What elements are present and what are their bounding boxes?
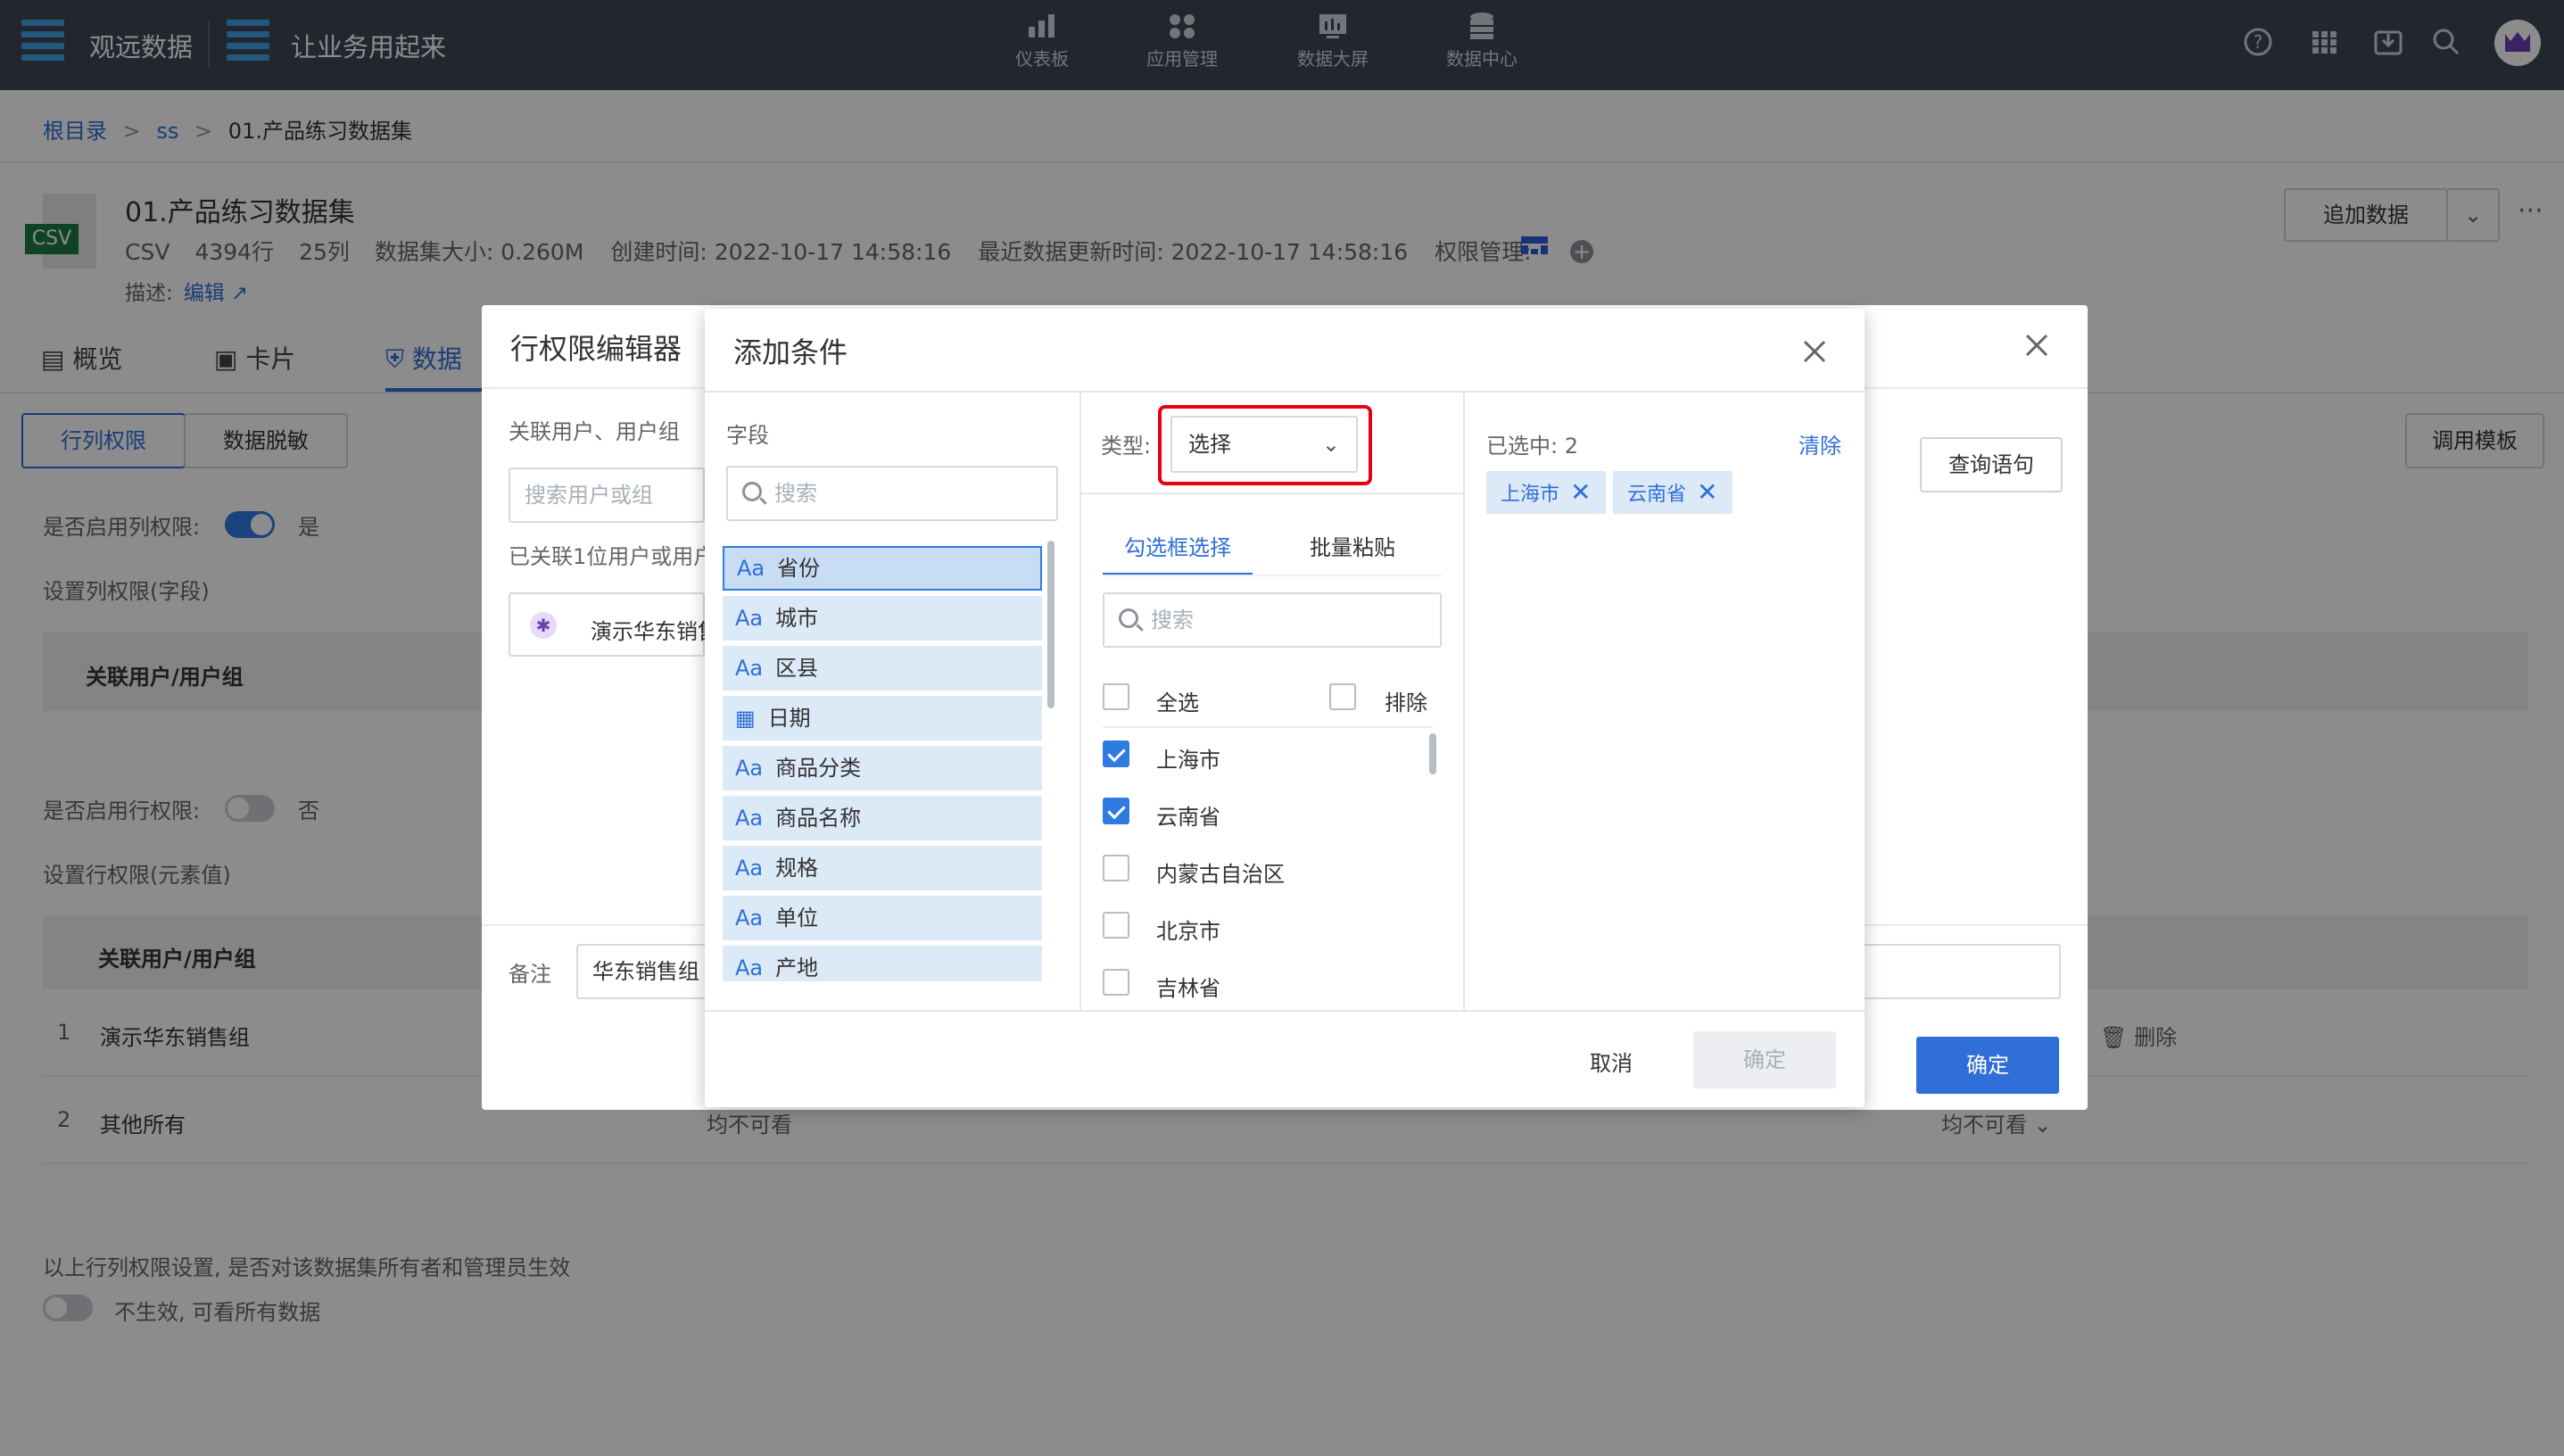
text-type-icon: Aa	[735, 906, 764, 931]
clear-button[interactable]: 清除	[1799, 428, 1841, 459]
outer-confirm-button[interactable]: 确定	[1916, 1037, 2059, 1094]
selected-count: 已选中: 2	[1486, 434, 1578, 459]
value-checkbox-shanghai[interactable]	[1103, 740, 1129, 767]
text-type-icon: Aa	[735, 656, 764, 681]
confirm-button-disabled[interactable]: 确定	[1693, 1031, 1836, 1088]
user-label: 关联用户、用户组	[509, 419, 680, 444]
select-all-label: 全选	[1156, 691, 1199, 716]
value-scrollbar[interactable]	[1429, 733, 1436, 774]
field-item-category[interactable]: Aa 商品分类	[723, 746, 1042, 790]
close-icon[interactable]: ✕	[1570, 477, 1591, 507]
search-icon	[742, 482, 762, 501]
field-label: 字段	[726, 423, 769, 448]
text-type-icon: Aa	[737, 556, 765, 581]
add-condition-dialog: 添加条件 字段 搜索 Aa 省份 Aa 城市 Aa 区县 ▦ 日期 Aa 商品分类 Aa 商…	[705, 309, 1865, 1107]
search-icon	[1119, 608, 1138, 628]
close-icon[interactable]: ✕	[1697, 477, 1717, 507]
linked-users-text: 已关联1位用户或用户	[509, 544, 715, 569]
user-group-item[interactable]: ✱ 演示华东销售	[509, 592, 719, 657]
value-checkbox-inner-mongolia[interactable]	[1103, 855, 1129, 881]
exclude-checkbox[interactable]	[1329, 683, 1356, 710]
select-all-checkbox[interactable]	[1103, 683, 1129, 710]
text-type-icon: Aa	[735, 756, 764, 781]
dialog-title: 添加条件	[733, 335, 848, 369]
value-label: 内蒙古自治区	[1156, 862, 1285, 887]
value-label: 吉林省	[1156, 976, 1220, 1001]
field-item-date[interactable]: ▦ 日期	[723, 696, 1042, 740]
dialog-title: 行权限编辑器	[510, 332, 682, 366]
selected-chip-shanghai: 上海市 ✕	[1486, 471, 1606, 514]
calendar-icon: ▦	[735, 706, 756, 731]
query-statement-button[interactable]: 查询语句	[1920, 437, 2063, 492]
value-label: 上海市	[1156, 748, 1220, 773]
value-checkbox-jilin[interactable]	[1103, 969, 1129, 996]
field-item-unit[interactable]: Aa 单位	[723, 896, 1042, 940]
field-item-origin[interactable]: Aa 产地	[723, 946, 1042, 981]
group-icon: ✱	[530, 612, 557, 639]
cancel-button[interactable]: 取消	[1590, 1046, 1633, 1077]
close-icon[interactable]	[2023, 332, 2050, 359]
note-label: 备注	[509, 962, 551, 987]
value-label: 云南省	[1156, 805, 1220, 830]
value-checkbox-beijing[interactable]	[1103, 912, 1129, 939]
text-type-icon: Aa	[735, 956, 764, 980]
field-item-district[interactable]: Aa 区县	[723, 646, 1042, 691]
field-list: Aa 省份 Aa 城市 Aa 区县 ▦ 日期 Aa 商品分类 Aa 商品名称 Aa 规格 Aa…	[723, 546, 1049, 981]
value-search-input[interactable]: 搜索	[1103, 592, 1442, 648]
type-select[interactable]: 选择 ⌄	[1170, 416, 1358, 473]
text-type-icon: Aa	[735, 856, 764, 881]
field-search-input[interactable]: 搜索	[726, 466, 1058, 521]
value-label: 北京市	[1156, 919, 1220, 944]
tab-batch-paste[interactable]: 批量粘贴	[1310, 530, 1395, 561]
selected-chip-yunnan: 云南省 ✕	[1613, 471, 1733, 514]
value-checkbox-yunnan[interactable]	[1103, 798, 1129, 824]
field-item-province[interactable]: Aa 省份	[723, 546, 1042, 591]
tab-checkbox-select[interactable]: 勾选框选择	[1124, 530, 1231, 561]
exclude-label: 排除	[1385, 691, 1427, 716]
field-item-spec[interactable]: Aa 规格	[723, 846, 1042, 890]
text-type-icon: Aa	[735, 806, 764, 831]
field-item-product-name[interactable]: Aa 商品名称	[723, 796, 1042, 840]
field-item-city[interactable]: Aa 城市	[723, 596, 1042, 641]
type-label: 类型:	[1101, 434, 1152, 459]
close-icon[interactable]	[1802, 339, 1827, 364]
user-search-input[interactable]: 搜索用户或组	[509, 467, 705, 523]
text-type-icon: Aa	[735, 606, 764, 631]
chevron-down-icon: ⌄	[1321, 432, 1340, 457]
